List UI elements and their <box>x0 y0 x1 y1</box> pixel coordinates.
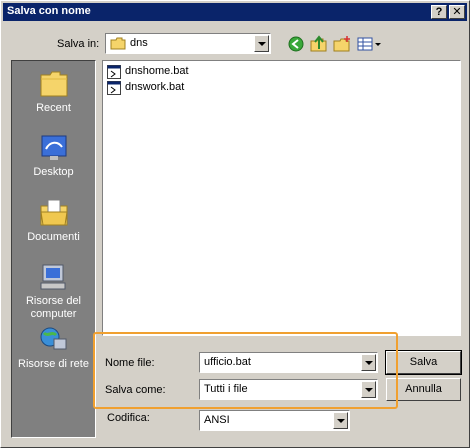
network-icon <box>40 327 66 350</box>
help-button[interactable]: ? <box>431 5 447 19</box>
folder-icon <box>110 37 126 50</box>
title-bar: Salva con nome ? ✕ <box>3 3 467 21</box>
up-folder-icon[interactable] <box>309 34 329 54</box>
desktop-icon <box>41 135 66 160</box>
my-computer-icon <box>40 264 65 290</box>
place-recent[interactable]: Recent <box>12 69 95 115</box>
encoding-select[interactable]: ANSI <box>199 410 350 431</box>
file-list[interactable]: dnshome.bat dnswork.bat <box>102 60 461 336</box>
help-icon: ? <box>435 6 443 18</box>
recent-icon <box>40 71 67 97</box>
save-in-value: dns <box>130 37 148 49</box>
encoding-label: Codifica: <box>107 412 150 424</box>
place-network[interactable]: Risorse di rete <box>12 325 95 371</box>
new-folder-icon[interactable] <box>332 34 352 54</box>
documents-icon <box>39 199 68 226</box>
save-in-label: Salva in: <box>57 38 100 50</box>
save-as-dialog: Salva con nome ? ✕ Salva in: dns Recent … <box>0 0 470 448</box>
back-icon[interactable] <box>286 34 306 54</box>
view-menu-icon[interactable] <box>356 34 382 54</box>
highlight-box <box>93 332 398 409</box>
place-my-computer[interactable]: Risorse del computer <box>12 262 95 321</box>
places-bar: Recent Desktop Documenti Risorse del com… <box>11 60 96 438</box>
window-title: Salva con nome <box>7 5 91 17</box>
close-icon: ✕ <box>452 6 462 18</box>
place-desktop[interactable]: Desktop <box>12 133 95 179</box>
chevron-down-icon[interactable] <box>254 35 269 52</box>
place-documents[interactable]: Documenti <box>12 198 95 244</box>
batch-file-icon <box>107 81 121 95</box>
chevron-down-icon[interactable] <box>333 412 348 429</box>
save-in-combo[interactable]: dns <box>105 33 271 54</box>
batch-file-icon <box>107 65 121 79</box>
close-button[interactable]: ✕ <box>449 5 465 19</box>
